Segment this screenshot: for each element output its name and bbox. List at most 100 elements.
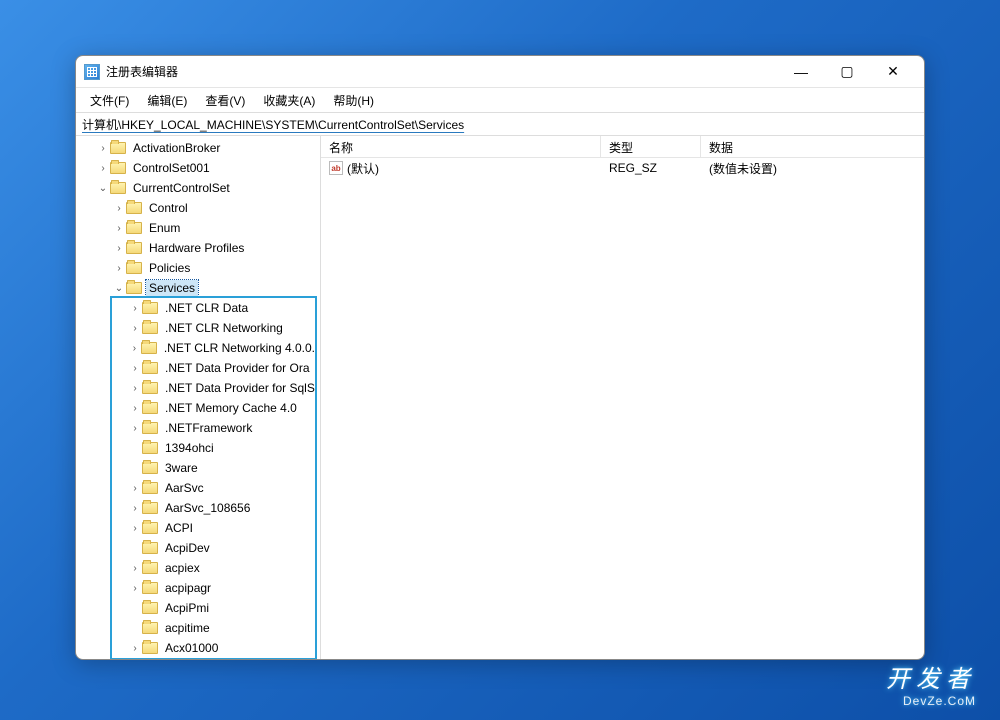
expand-icon[interactable]: › xyxy=(128,423,142,434)
expand-icon[interactable]: › xyxy=(128,563,142,574)
tree-item[interactable]: › ActivationBroker xyxy=(76,138,320,158)
tree-item[interactable]: ›.NET CLR Networking 4.0.0. xyxy=(76,338,320,358)
folder-icon xyxy=(142,382,158,394)
tree-label: Acx01000 xyxy=(162,640,221,656)
tree-pane[interactable]: › ActivationBroker › ControlSet001 ⌄CurrentC… xyxy=(76,136,321,659)
tree-item[interactable]: › ControlSet001 xyxy=(76,158,320,178)
close-button[interactable]: ✕ xyxy=(870,57,916,87)
folder-icon xyxy=(142,622,158,634)
tree-item[interactable]: ›Policies xyxy=(76,258,320,278)
tree-label: Enum xyxy=(146,220,183,236)
tree-item[interactable]: ⌄Services xyxy=(76,278,320,298)
maximize-button[interactable]: ▢ xyxy=(824,57,870,87)
value-name: (默认) xyxy=(347,160,379,177)
tree-label: acpiex xyxy=(162,560,203,576)
folder-icon xyxy=(142,582,158,594)
col-type[interactable]: 类型 xyxy=(601,136,701,157)
expand-icon[interactable]: › xyxy=(128,323,142,334)
tree-label: 1394ohci xyxy=(162,440,217,456)
regedit-window: 注册表编辑器 — ▢ ✕ 文件(F) 编辑(E) 查看(V) 收藏夹(A) 帮助… xyxy=(75,55,925,660)
brand-en: DevZe.CoM xyxy=(886,694,976,708)
tree-item[interactable]: › .NET CLR Networking xyxy=(76,318,320,338)
menu-help[interactable]: 帮助(H) xyxy=(325,90,382,111)
expand-icon[interactable]: › xyxy=(128,303,142,314)
folder-icon xyxy=(142,442,158,454)
tree-item[interactable]: › Acx01000 xyxy=(76,638,320,658)
tree-item[interactable]: ›Control xyxy=(76,198,320,218)
col-data[interactable]: 数据 xyxy=(701,136,924,157)
tree-item[interactable]: AcpiPmi xyxy=(76,598,320,618)
menu-view[interactable]: 查看(V) xyxy=(197,90,253,111)
string-value-icon: ab xyxy=(329,161,343,175)
tree-label: AcpiPmi xyxy=(162,600,212,616)
tree-item[interactable]: › .NET CLR Data xyxy=(76,298,320,318)
tree-item[interactable]: ›Hardware Profiles xyxy=(76,238,320,258)
expand-icon[interactable]: › xyxy=(128,523,142,534)
tree-item[interactable]: AcpiDev xyxy=(76,538,320,558)
folder-icon xyxy=(142,522,158,534)
expand-icon[interactable]: › xyxy=(112,263,126,274)
expand-icon[interactable]: › xyxy=(128,383,142,394)
folder-icon xyxy=(142,642,158,654)
tree-label: ACPI xyxy=(162,520,196,536)
tree-label: acpipagr xyxy=(162,580,214,596)
expand-icon[interactable]: › xyxy=(128,363,142,374)
expand-icon[interactable]: › xyxy=(128,343,141,354)
content-area: › ActivationBroker › ControlSet001 ⌄CurrentC… xyxy=(76,136,924,659)
value-row[interactable]: ab(默认)REG_SZ(数值未设置) xyxy=(321,158,924,178)
tree-item[interactable]: 3ware xyxy=(76,458,320,478)
tree-item[interactable]: › .NET Data Provider for Ora xyxy=(76,358,320,378)
list-header: 名称 类型 数据 xyxy=(321,136,924,158)
tree-item[interactable]: ›AarSvc_108656 xyxy=(76,498,320,518)
tree-item[interactable]: › acpiex xyxy=(76,558,320,578)
expand-icon[interactable]: › xyxy=(96,143,110,154)
folder-icon xyxy=(126,282,142,294)
tree-item[interactable]: › .NET Memory Cache 4.0 xyxy=(76,398,320,418)
tree-label: .NET CLR Networking xyxy=(162,320,286,336)
expand-icon[interactable]: › xyxy=(112,243,126,254)
tree-item[interactable]: › AarSvc xyxy=(76,478,320,498)
folder-icon xyxy=(142,302,158,314)
expand-icon[interactable]: › xyxy=(112,203,126,214)
tree-label: .NET CLR Data xyxy=(162,300,251,316)
expand-icon[interactable]: ⌄ xyxy=(96,183,110,194)
tree-label: .NET Data Provider for Ora xyxy=(162,360,313,376)
expand-icon[interactable]: › xyxy=(128,643,142,654)
folder-icon xyxy=(126,202,142,214)
expand-icon[interactable]: › xyxy=(128,483,142,494)
folder-icon xyxy=(142,422,158,434)
tree-label: ControlSet001 xyxy=(130,160,213,176)
tree-item[interactable]: › Enum xyxy=(76,218,320,238)
folder-icon xyxy=(142,542,158,554)
address-bar[interactable]: 计算机\HKEY_LOCAL_MACHINE\SYSTEM\CurrentCon… xyxy=(76,112,924,136)
expand-icon[interactable]: › xyxy=(112,223,126,234)
expand-icon[interactable]: ⌄ xyxy=(112,283,126,294)
tree-item[interactable]: ›.NETFramework xyxy=(76,418,320,438)
minimize-button[interactable]: — xyxy=(778,57,824,87)
folder-icon xyxy=(142,362,158,374)
folder-icon xyxy=(126,242,142,254)
tree-label: ActivationBroker xyxy=(130,140,223,156)
expand-icon[interactable]: › xyxy=(128,503,142,514)
list-body: ab(默认)REG_SZ(数值未设置) xyxy=(321,158,924,659)
address-path: 计算机\HKEY_LOCAL_MACHINE\SYSTEM\CurrentCon… xyxy=(82,116,464,133)
tree-item[interactable]: 1394ohci xyxy=(76,438,320,458)
expand-icon[interactable]: › xyxy=(128,403,142,414)
menu-edit[interactable]: 编辑(E) xyxy=(139,90,195,111)
tree-item[interactable]: › .NET Data Provider for SqlS xyxy=(76,378,320,398)
tree-item[interactable]: ⌄CurrentControlSet xyxy=(76,178,320,198)
folder-icon xyxy=(141,342,157,354)
expand-icon[interactable]: › xyxy=(96,163,110,174)
tree-item[interactable]: › ACPI xyxy=(76,518,320,538)
tree-item[interactable]: › acpipagr xyxy=(76,578,320,598)
tree-label: .NET Data Provider for SqlS xyxy=(162,380,318,396)
value-data: (数值未设置) xyxy=(701,160,924,177)
expand-icon[interactable]: › xyxy=(128,583,142,594)
menu-file[interactable]: 文件(F) xyxy=(82,90,137,111)
col-name[interactable]: 名称 xyxy=(321,136,601,157)
menu-favorites[interactable]: 收藏夹(A) xyxy=(255,90,323,111)
tree-label: .NET Memory Cache 4.0 xyxy=(162,400,300,416)
tree-label: AarSvc xyxy=(162,480,207,496)
tree-item[interactable]: acpitime xyxy=(76,618,320,638)
folder-icon xyxy=(110,162,126,174)
